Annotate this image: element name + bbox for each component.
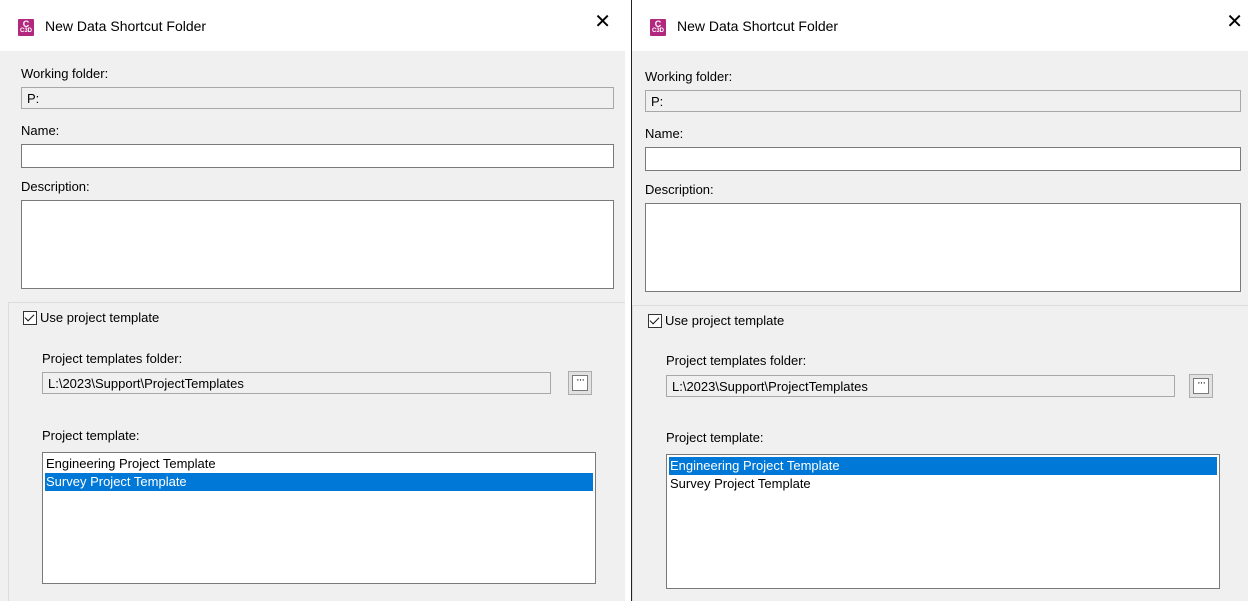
dialog-title: New Data Shortcut Folder [677, 18, 839, 34]
browse-button[interactable]: ··· [1189, 374, 1213, 398]
use-template-row[interactable]: Use project template [648, 313, 784, 328]
browse-button[interactable]: ··· [568, 371, 592, 395]
title-bar: C C3D New Data Shortcut Folder ✕ [0, 0, 625, 51]
list-item-engineering[interactable]: Engineering Project Template [669, 457, 1217, 475]
list-item-survey[interactable]: Survey Project Template [45, 473, 593, 491]
project-template-label: Project template: [666, 430, 764, 445]
close-icon[interactable]: ✕ [1226, 12, 1243, 32]
title-bar: C C3D New Data Shortcut Folder ✕ [632, 0, 1248, 51]
working-folder-field: P: [21, 87, 614, 109]
list-item-engineering[interactable]: Engineering Project Template [45, 455, 593, 473]
dialog-title: New Data Shortcut Folder [45, 18, 207, 34]
civil3d-app-icon: C C3D [650, 19, 666, 36]
templates-folder-field: L:\2023\Support\ProjectTemplates [42, 372, 551, 394]
use-template-row[interactable]: Use project template [23, 310, 159, 325]
description-input[interactable] [645, 203, 1241, 292]
name-label: Name: [645, 126, 684, 141]
templates-folder-label: Project templates folder: [666, 353, 807, 368]
ellipsis-icon: ··· [1193, 378, 1209, 394]
project-template-list[interactable]: Engineering Project Template Survey Proj… [42, 452, 596, 584]
description-input[interactable] [21, 200, 614, 289]
use-template-label[interactable]: Use project template [665, 313, 784, 328]
working-folder-label: Working folder: [645, 69, 733, 84]
working-folder-field: P: [645, 90, 1241, 112]
project-template-label: Project template: [42, 428, 140, 443]
dialog-left: C C3D New Data Shortcut Folder ✕ Working… [0, 0, 625, 601]
ellipsis-icon: ··· [572, 375, 588, 391]
description-label: Description: [21, 179, 90, 194]
project-template-list[interactable]: Engineering Project Template Survey Proj… [666, 454, 1220, 589]
name-label: Name: [21, 123, 60, 138]
name-input[interactable] [21, 144, 614, 168]
civil3d-app-icon: C C3D [18, 19, 34, 36]
use-template-checkbox[interactable] [23, 310, 37, 325]
templates-folder-field: L:\2023\Support\ProjectTemplates [666, 375, 1175, 397]
dialog-right: C C3D New Data Shortcut Folder ✕ Working… [631, 0, 1248, 601]
working-folder-label: Working folder: [21, 66, 109, 81]
use-template-label[interactable]: Use project template [40, 310, 159, 325]
close-icon[interactable]: ✕ [594, 12, 611, 32]
use-template-checkbox[interactable] [648, 313, 662, 328]
description-label: Description: [645, 182, 714, 197]
name-input[interactable] [645, 147, 1241, 171]
list-item-survey[interactable]: Survey Project Template [669, 475, 1217, 493]
templates-folder-label: Project templates folder: [42, 351, 183, 366]
